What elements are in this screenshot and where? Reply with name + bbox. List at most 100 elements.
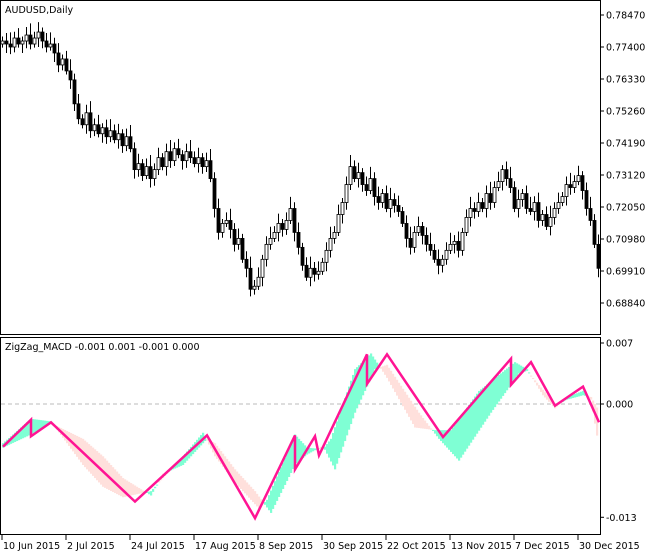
candle-bear — [68, 70, 73, 81]
candle-bull — [336, 214, 341, 233]
price-tick-label: 0.68840 — [606, 299, 645, 310]
macd-above-signal-fill — [336, 421, 339, 464]
candle-bear — [228, 220, 233, 230]
candle-bull — [268, 238, 273, 245]
macd-below-signal-fill — [590, 397, 593, 400]
candle-bull — [564, 184, 569, 197]
macd-above-signal-fill — [434, 430, 437, 434]
candle-bear — [456, 240, 461, 251]
candle-bear — [304, 264, 309, 278]
macd-above-signal-fill — [156, 484, 159, 486]
candle-bear — [4, 40, 9, 45]
candle-bull — [60, 58, 65, 66]
macd-above-signal-fill — [330, 438, 333, 462]
macd-below-signal-fill — [138, 488, 141, 494]
candle-bull — [344, 184, 349, 203]
macd-above-signal-fill — [338, 415, 341, 459]
candle-bear — [112, 130, 117, 141]
macd-below-signal-fill — [140, 489, 143, 494]
macd-above-signal-fill — [488, 382, 491, 416]
candle-bull — [316, 270, 321, 275]
price-tick-label: 0.70980 — [606, 235, 645, 246]
macd-above-signal-fill — [264, 502, 267, 505]
candle-bear — [52, 43, 57, 54]
candle-bear — [436, 258, 441, 266]
macd-above-signal-fill — [342, 404, 345, 447]
candle-bear — [244, 258, 249, 269]
macd-above-signal-fill — [462, 413, 465, 455]
candle-bull — [172, 148, 177, 162]
macd-below-signal-fill — [248, 484, 251, 498]
macd-below-signal-fill — [426, 423, 429, 430]
macd-below-signal-fill — [400, 385, 403, 403]
time-tick-label: 13 Nov 2015 — [451, 541, 512, 552]
candle-bear — [148, 166, 153, 179]
macd-below-signal-fill — [238, 473, 241, 487]
macd-above-signal-fill — [456, 421, 459, 459]
candle-bear — [428, 243, 433, 251]
indicator-tick-label: -0.013 — [606, 513, 637, 524]
macd-below-signal-fill — [414, 406, 417, 428]
candle-bear — [364, 184, 369, 191]
candle-bull — [468, 208, 473, 218]
macd-below-signal-fill — [402, 388, 405, 407]
candle-bull — [236, 238, 241, 245]
candle-bear — [232, 229, 237, 245]
candle-bull — [576, 175, 581, 182]
candle-bear — [372, 178, 377, 197]
candle-bear — [180, 154, 185, 162]
candle-bear — [176, 148, 181, 156]
candle-bear — [96, 124, 101, 135]
macd-above-signal-fill — [502, 371, 505, 396]
macd-below-signal-fill — [242, 478, 245, 492]
macd-below-signal-fill — [244, 480, 247, 494]
candle-bull — [276, 223, 281, 233]
candle-bull — [552, 208, 557, 218]
candle-bull — [340, 202, 345, 215]
candle-bull — [116, 133, 121, 141]
candle-bear — [72, 79, 77, 105]
candle-bear — [376, 196, 381, 203]
macd-above-signal-fill — [374, 359, 377, 370]
macd-above-signal-fill — [448, 430, 451, 450]
candle-bear — [188, 151, 193, 159]
macd-above-signal-fill — [334, 427, 337, 470]
price-tick-label: 0.74190 — [606, 139, 645, 150]
candle-bear — [396, 205, 401, 212]
candle-bear — [352, 166, 357, 179]
candle-bear — [420, 226, 425, 236]
macd-above-signal-fill — [274, 481, 277, 505]
macd-above-signal-fill — [432, 429, 435, 432]
macd-below-signal-fill — [410, 400, 413, 421]
candle-bear — [76, 103, 81, 120]
macd-below-signal-fill — [254, 491, 257, 505]
candle-bull — [332, 232, 337, 239]
macd-below-signal-fill — [252, 488, 255, 503]
candle-bull — [464, 217, 469, 233]
candle-bull — [0, 40, 5, 45]
price-axis: 0.78470 0.77400 0.76330 0.75260 0.74190 0.731… — [600, 11, 645, 310]
candle-bear — [104, 127, 109, 138]
candle-bear — [28, 34, 33, 45]
candle-bear — [80, 118, 85, 126]
macd-above-signal-fill — [470, 402, 473, 443]
candle-bear — [140, 163, 145, 176]
candle-bull — [36, 31, 41, 39]
macd-above-signal-fill — [332, 433, 335, 466]
candle-bull — [204, 160, 209, 168]
macd-below-signal-fill — [412, 403, 415, 424]
price-tick-label: 0.69910 — [606, 267, 645, 278]
macd-above-signal-fill — [272, 485, 275, 509]
candle-bear — [592, 220, 597, 245]
macd-above-signal-fill — [152, 488, 155, 492]
candle-bear — [384, 193, 389, 209]
macd-below-signal-fill — [428, 425, 431, 430]
candle-bull — [260, 258, 265, 278]
macd-above-signal-fill — [314, 448, 317, 451]
macd-above-signal-fill — [468, 404, 471, 446]
candle-bull — [520, 193, 525, 200]
macd-below-signal-fill — [236, 471, 239, 485]
candle-bear — [424, 235, 429, 245]
candle-bull — [136, 163, 141, 171]
macd-below-signal-fill — [132, 484, 135, 496]
